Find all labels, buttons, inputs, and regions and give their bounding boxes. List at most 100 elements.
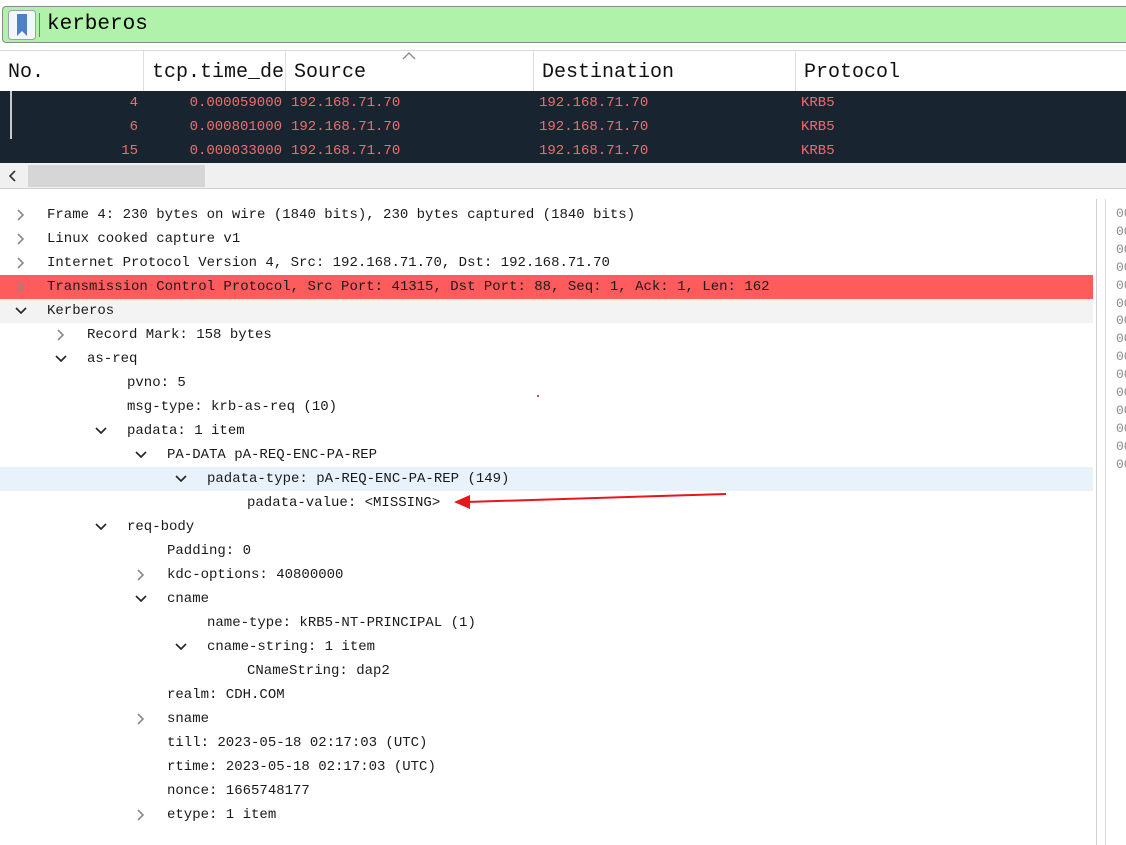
detail-tree-text: Kerberos [47, 303, 115, 319]
detail-tree-text: Internet Protocol Version 4, Src: 192.16… [47, 255, 610, 271]
detail-tree-item[interactable]: etype: 1 item [0, 803, 1093, 827]
detail-tree-text: name-type: kRB5-NT-PRINCIPAL (1) [207, 615, 476, 631]
byte-offset: 00 [1116, 349, 1126, 365]
detail-tree-item[interactable]: as-req [0, 347, 1093, 371]
packet-row[interactable]: 6 0.000801000 192.168.71.70 192.168.71.7… [0, 115, 1126, 139]
chevron-down-icon[interactable] [174, 472, 188, 486]
packet-bytes-pane: 00 00 00 00 00 00 00 00 00 00 00 00 00 00 00 [1096, 199, 1126, 845]
chevron-right-icon[interactable] [134, 568, 148, 582]
chevron-down-icon[interactable] [134, 448, 148, 462]
detail-tree-item[interactable]: cname [0, 587, 1093, 611]
detail-tree-item[interactable]: rtime: 2023-05-18 02:17:03 (UTC) [0, 755, 1093, 779]
annotation-dot [537, 395, 539, 397]
byte-offset: 00 [1116, 259, 1126, 275]
detail-tree-text: etype: 1 item [167, 807, 277, 823]
chevron-right-icon[interactable] [14, 232, 28, 246]
column-header-protocol[interactable]: Protocol [795, 51, 1126, 92]
packet-protocol: KRB5 [801, 95, 835, 111]
detail-tree-text: as-req [87, 351, 138, 367]
pane-splitter[interactable] [0, 190, 1126, 199]
annotation-arrow [454, 493, 727, 509]
detail-tree-text: sname [167, 711, 210, 727]
chevron-right-icon[interactable] [14, 280, 28, 294]
detail-tree-item[interactable]: Frame 4: 230 bytes on wire (1840 bits), … [0, 203, 1093, 227]
detail-tree-text: Padding: 0 [167, 543, 252, 559]
display-filter-input[interactable]: kerberos [2, 6, 1126, 43]
detail-tree-item[interactable]: Padding: 0 [0, 539, 1093, 563]
detail-tree-item[interactable]: sname [0, 707, 1093, 731]
chevron-right-icon[interactable] [14, 208, 28, 222]
scrollbar-thumb[interactable] [28, 165, 205, 187]
detail-tree-item[interactable]: PA-DATA pA-REQ-ENC-PA-REP [0, 443, 1093, 467]
packet-list-header: No. tcp.time_de Source Destination Proto… [0, 50, 1126, 92]
detail-tree-text: padata: 1 item [127, 423, 245, 439]
detail-tree-item[interactable]: pvno: 5 [0, 371, 1093, 395]
byte-offset: 00 [1116, 223, 1126, 239]
detail-tree-item[interactable]: Internet Protocol Version 4, Src: 192.16… [0, 251, 1093, 275]
detail-tree-text: pvno: 5 [127, 375, 186, 391]
detail-tree-item[interactable]: kdc-options: 40800000 [0, 563, 1093, 587]
detail-tree-item[interactable]: Linux cooked capture v1 [0, 227, 1093, 251]
chevron-right-icon[interactable] [54, 328, 68, 342]
chevron-right-icon[interactable] [134, 712, 148, 726]
chevron-right-icon[interactable] [134, 808, 148, 822]
column-header-destination[interactable]: Destination [533, 51, 795, 92]
detail-tree-item[interactable]: msg-type: krb-as-req (10) [0, 395, 1093, 419]
byte-offset: 00 [1116, 331, 1126, 347]
detail-tree-item[interactable]: Record Mark: 158 bytes [0, 323, 1093, 347]
packet-details-pane: Frame 4: 230 bytes on wire (1840 bits), … [0, 199, 1096, 845]
detail-tree-item[interactable]: name-type: kRB5-NT-PRINCIPAL (1) [0, 611, 1093, 635]
detail-tree-item[interactable]: cname-string: 1 item [0, 635, 1093, 659]
detail-tree-text: CNameString: dap2 [247, 663, 390, 679]
packet-list-hscrollbar[interactable] [0, 163, 1126, 189]
sort-ascending-icon [402, 52, 416, 60]
detail-tree-text: PA-DATA pA-REQ-ENC-PA-REP [167, 447, 378, 463]
detail-tree-text: Linux cooked capture v1 [47, 231, 241, 247]
detail-tree-item[interactable]: padata: 1 item [0, 419, 1093, 443]
detail-tree-item[interactable]: CNameString: dap2 [0, 659, 1093, 683]
packet-list: 4 0.000059000 192.168.71.70 192.168.71.7… [0, 91, 1126, 163]
chevron-down-icon[interactable] [14, 304, 28, 318]
detail-tree-text: Record Mark: 158 bytes [87, 327, 272, 343]
filter-text[interactable]: kerberos [47, 11, 148, 39]
detail-tree-text: realm: CDH.COM [167, 687, 285, 703]
column-header-no[interactable]: No. [0, 51, 143, 92]
chevron-left-icon[interactable] [4, 167, 22, 185]
bytes-offset-column: 00 00 00 00 00 00 00 00 00 00 00 00 00 00 00 [1105, 199, 1126, 845]
detail-tree-text: till: 2023-05-18 02:17:03 (UTC) [167, 735, 428, 751]
packet-time: 0.000033000 [189, 143, 282, 159]
detail-tree-item[interactable]: nonce: 1665748177 [0, 779, 1093, 803]
detail-tree-text: Transmission Control Protocol, Src Port:… [47, 279, 770, 295]
byte-offset: 00 [1116, 385, 1126, 400]
packet-row[interactable]: 4 0.000059000 192.168.71.70 192.168.71.7… [0, 91, 1126, 115]
filter-separator [39, 13, 40, 37]
chevron-down-icon[interactable] [94, 520, 108, 534]
detail-tree-item[interactable]: req-body [0, 515, 1093, 539]
detail-tree-text: padata-value: <MISSING> [247, 495, 441, 511]
chevron-down-icon[interactable] [54, 352, 68, 366]
detail-tree-text: cname-string: 1 item [207, 639, 376, 655]
chevron-down-icon[interactable] [94, 424, 108, 438]
packet-protocol: KRB5 [801, 143, 835, 159]
detail-tree-item[interactable]: realm: CDH.COM [0, 683, 1093, 707]
packet-destination: 192.168.71.70 [539, 143, 649, 159]
byte-offset: 00 [1116, 367, 1126, 383]
byte-offset: 00 [1116, 313, 1126, 329]
bookmark-icon[interactable] [8, 10, 36, 40]
packet-row[interactable]: 15 0.000033000 192.168.71.70 192.168.71.… [0, 139, 1126, 163]
column-header-time[interactable]: tcp.time_de [143, 51, 285, 92]
packet-source: 192.168.71.70 [291, 143, 401, 159]
packet-source: 192.168.71.70 [291, 119, 401, 135]
detail-tree-text: nonce: 1665748177 [167, 783, 310, 799]
byte-offset: 00 [1116, 206, 1126, 221]
detail-tree-item[interactable]: till: 2023-05-18 02:17:03 (UTC) [0, 731, 1093, 755]
chevron-down-icon[interactable] [174, 640, 188, 654]
detail-tree-text: rtime: 2023-05-18 02:17:03 (UTC) [167, 759, 436, 775]
detail-tree-item[interactable]: Kerberos [0, 299, 1093, 323]
detail-tree-text: cname [167, 591, 210, 607]
detail-tree-text: Frame 4: 230 bytes on wire (1840 bits), … [47, 207, 636, 223]
chevron-right-icon[interactable] [14, 256, 28, 270]
byte-offset: 00 [1116, 295, 1126, 311]
chevron-down-icon[interactable] [134, 592, 148, 606]
detail-tree-item[interactable]: Transmission Control Protocol, Src Port:… [0, 275, 1093, 299]
